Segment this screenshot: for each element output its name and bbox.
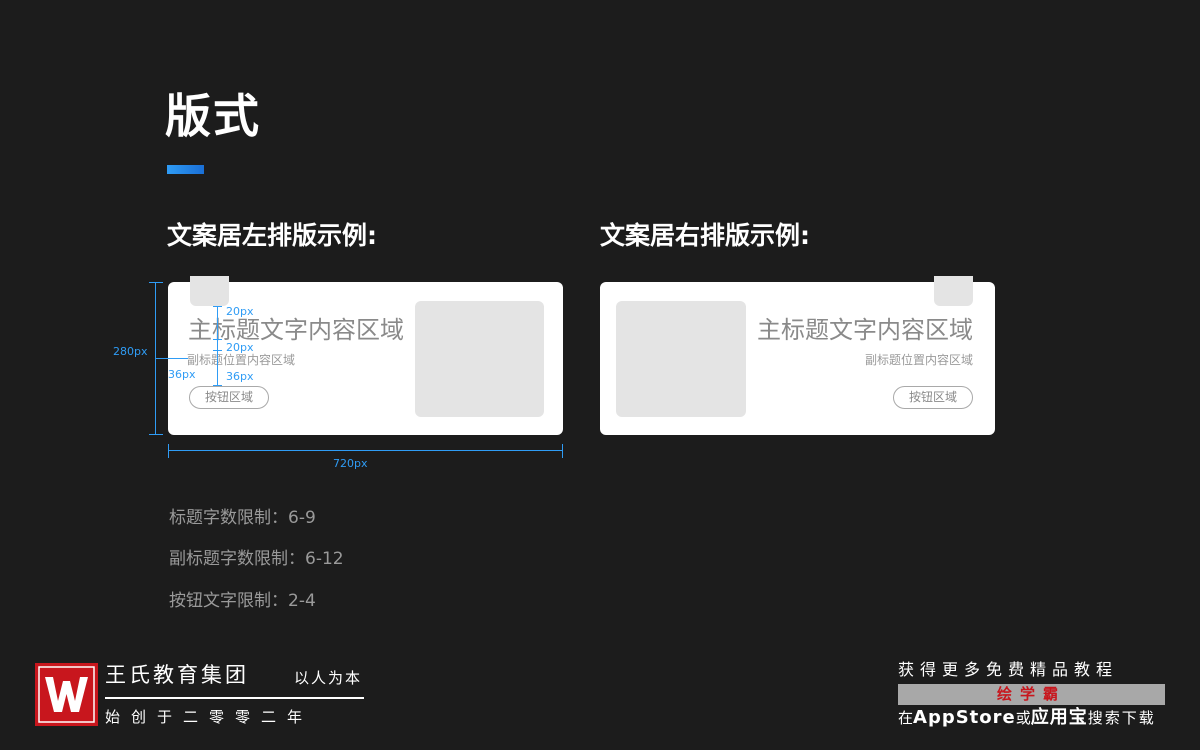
card-button[interactable]: 按钮区域 xyxy=(189,386,269,409)
card-subtitle: 副标题位置内容区域 xyxy=(864,353,973,367)
title-limit-text: 标题字数限制：6-9 xyxy=(169,508,316,528)
left-example-card: 主标题文字内容区域 副标题位置内容区域 按钮区域 20px 20px 36px … xyxy=(168,276,563,435)
brand-motto: 以人为本 xyxy=(294,669,363,687)
gap-button-label: 36px xyxy=(226,370,254,383)
page-title: 版式 xyxy=(165,89,261,143)
card-title: 主标题文字内容区域 xyxy=(757,316,973,344)
brand-founded: 始创于二零零二年 xyxy=(105,708,314,726)
image-placeholder xyxy=(616,301,746,417)
width-dimension-line xyxy=(168,450,563,451)
spacing-guide-line xyxy=(217,306,218,386)
button-limit-text: 按钮文字限制：2-4 xyxy=(169,591,316,611)
margin-label: 36px xyxy=(168,368,196,381)
store-line: 在AppStore或应用宝搜索下载 xyxy=(898,708,1156,728)
spacing-tick xyxy=(213,306,222,307)
brand-name: 王氏教育集团 xyxy=(105,663,249,687)
brand-divider xyxy=(105,697,364,699)
right-example-card: 主标题文字内容区域 副标题位置内容区域 按钮区域 xyxy=(600,276,995,435)
brand-logo-icon xyxy=(38,666,95,723)
top-placeholder xyxy=(190,276,229,306)
promo-app-name: 绘学霸 xyxy=(996,685,1066,703)
appstore-label: AppStore xyxy=(913,707,1016,728)
title-accent-bar xyxy=(167,165,204,174)
store-or: 或 xyxy=(1015,709,1031,727)
subtitle-limit-text: 副标题字数限制：6-12 xyxy=(169,549,344,569)
spacing-tick xyxy=(213,339,222,340)
margin-guide-line xyxy=(168,358,188,359)
store-prefix: 在 xyxy=(898,709,914,727)
brand-logo xyxy=(35,663,98,726)
gap-title-label: 20px xyxy=(226,305,254,318)
top-placeholder xyxy=(934,276,973,306)
yingyongbao-label: 应用宝 xyxy=(1030,707,1088,728)
promo-app-bar: 绘学霸 xyxy=(898,684,1165,705)
promo-text: 获得更多免费精品教程 xyxy=(898,660,1119,679)
right-example-title: 文案居右排版示例: xyxy=(600,221,810,250)
card-button[interactable]: 按钮区域 xyxy=(893,386,973,409)
height-dimension-tick xyxy=(149,282,163,283)
height-label: 280px xyxy=(113,345,148,358)
spacing-tick xyxy=(213,350,222,351)
left-example-title: 文案居左排版示例: xyxy=(167,221,377,250)
height-dimension-tick xyxy=(149,434,163,435)
store-suffix: 搜索下载 xyxy=(1087,709,1156,727)
image-placeholder xyxy=(415,301,544,417)
spacing-tick xyxy=(213,385,222,386)
width-label: 720px xyxy=(333,457,368,470)
width-dimension-tick xyxy=(562,444,563,458)
height-connector xyxy=(156,358,168,359)
width-dimension-tick xyxy=(168,444,169,458)
gap-subtitle-label: 20px xyxy=(226,341,254,354)
card-subtitle: 副标题位置内容区域 xyxy=(187,353,296,367)
